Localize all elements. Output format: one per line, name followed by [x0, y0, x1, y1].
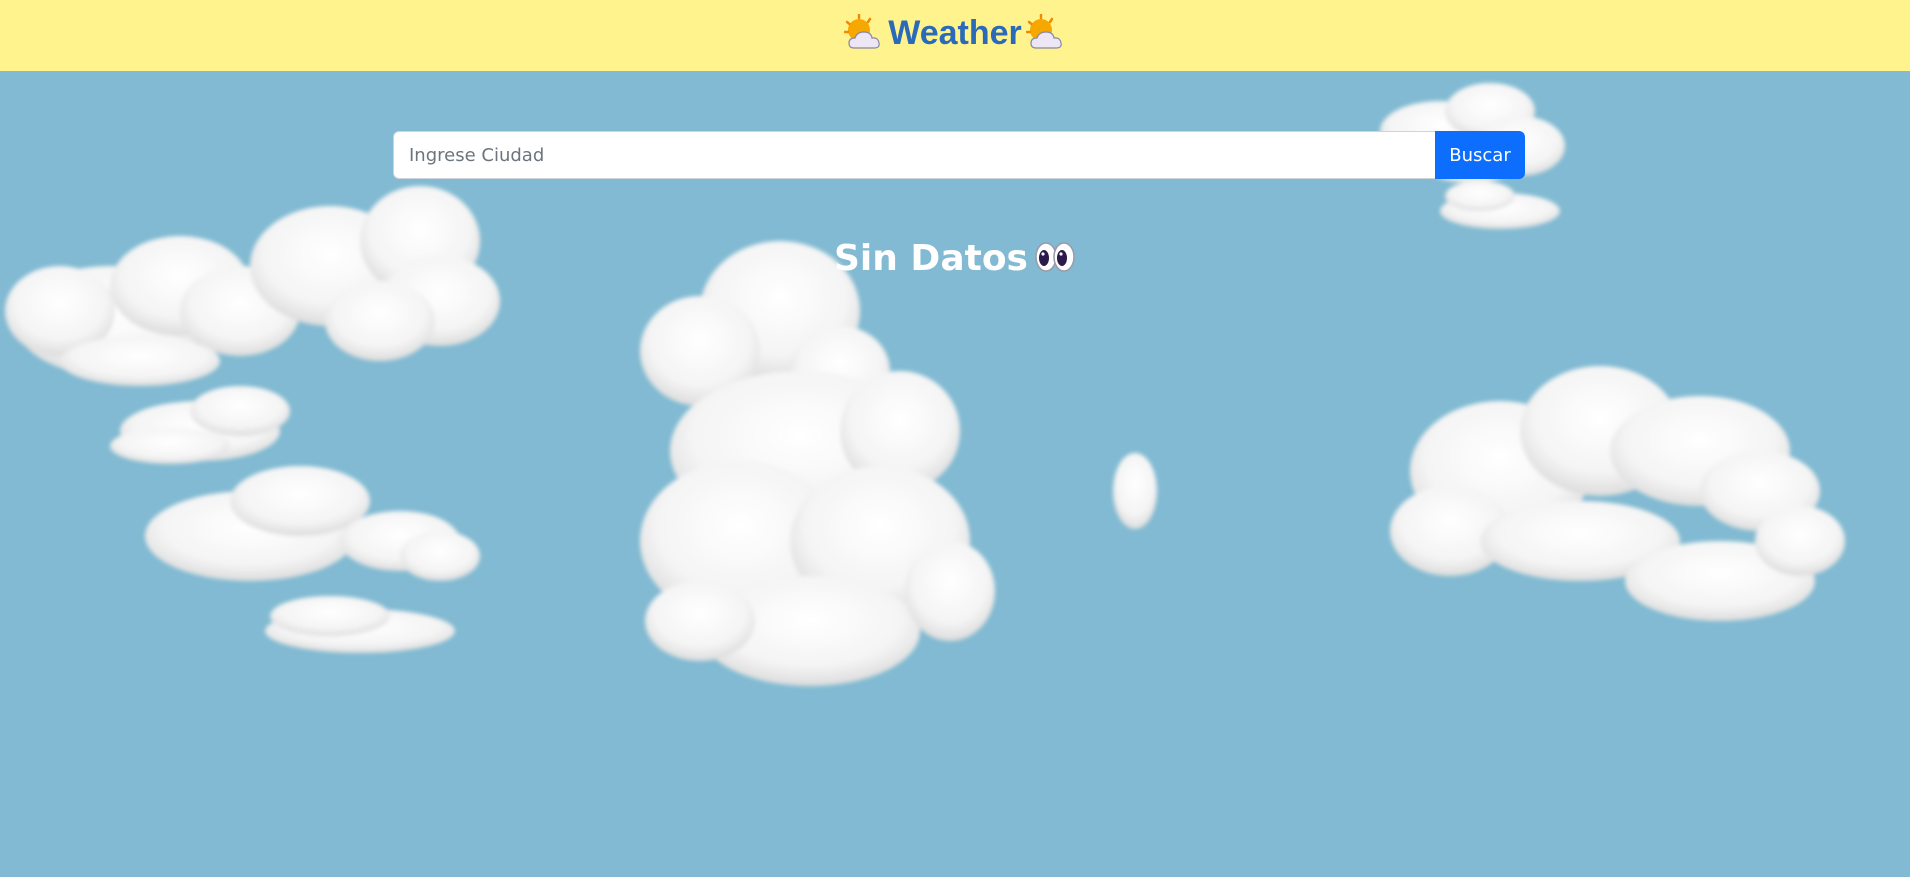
search-button[interactable]: Buscar	[1435, 131, 1525, 179]
sun-behind-cloud-icon	[844, 13, 884, 54]
cloud	[640, 241, 995, 686]
cloud	[5, 186, 500, 386]
cloud	[1390, 366, 1845, 621]
cloud	[1113, 453, 1157, 529]
sun-behind-cloud-icon	[1025, 13, 1066, 54]
cloud	[145, 466, 480, 653]
clouds-illustration	[5, 83, 1845, 686]
cloud	[110, 386, 290, 464]
status-message: Sin Datos	[0, 238, 1910, 279]
city-search-input[interactable]	[393, 131, 1435, 179]
no-data-label: Sin Datos	[834, 238, 1028, 279]
app-header: Weather	[0, 0, 1910, 71]
sky-background	[0, 71, 1910, 877]
eyes-icon	[1034, 239, 1076, 279]
search-bar: Buscar	[393, 131, 1525, 179]
brand: Weather	[844, 13, 1066, 54]
app-title: Weather	[888, 14, 1022, 52]
